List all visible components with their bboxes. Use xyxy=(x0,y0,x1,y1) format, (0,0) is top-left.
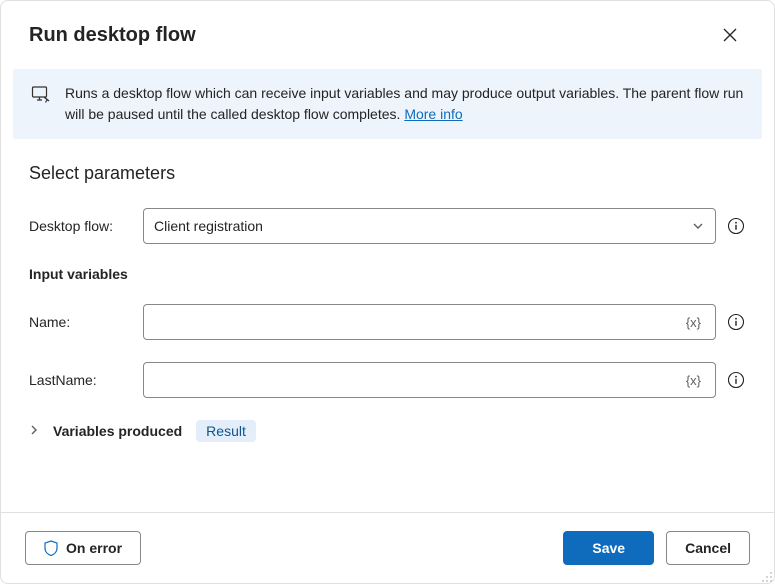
info-banner: Runs a desktop flow which can receive in… xyxy=(13,69,762,139)
variables-produced-label: Variables produced xyxy=(53,423,182,439)
cancel-label: Cancel xyxy=(685,540,731,556)
desktop-flow-label: Desktop flow: xyxy=(29,218,133,234)
variables-produced-badge[interactable]: Result xyxy=(196,420,256,442)
name-input[interactable] xyxy=(154,305,682,339)
more-info-link[interactable]: More info xyxy=(404,106,462,122)
lastname-row: LastName: {x} xyxy=(29,362,746,398)
info-banner-text: Runs a desktop flow which can receive in… xyxy=(65,83,744,125)
desktop-flow-icon xyxy=(31,84,51,104)
select-parameters-heading: Select parameters xyxy=(29,163,746,184)
on-error-button[interactable]: On error xyxy=(25,531,141,565)
cancel-button[interactable]: Cancel xyxy=(666,531,750,565)
info-icon xyxy=(727,313,745,331)
variable-token-button[interactable]: {x} xyxy=(682,373,705,388)
desktop-flow-row: Desktop flow: Client registration xyxy=(29,208,746,244)
variables-produced-toggle[interactable]: Variables produced Result xyxy=(29,420,746,442)
name-row: Name: {x} xyxy=(29,304,746,340)
chevron-down-icon xyxy=(691,219,705,233)
lastname-label: LastName: xyxy=(29,372,133,388)
name-label: Name: xyxy=(29,314,133,330)
close-icon xyxy=(723,28,737,42)
lastname-field[interactable]: {x} xyxy=(143,362,716,398)
resize-grip[interactable] xyxy=(761,570,773,582)
desktop-flow-info-button[interactable] xyxy=(726,216,746,236)
name-field[interactable]: {x} xyxy=(143,304,716,340)
dialog-content: Select parameters Desktop flow: Client r… xyxy=(1,139,774,512)
variable-token-button[interactable]: {x} xyxy=(682,315,705,330)
shield-icon xyxy=(44,540,58,556)
desktop-flow-select[interactable]: Client registration xyxy=(143,208,716,244)
desktop-flow-value: Client registration xyxy=(154,218,691,234)
input-variables-heading: Input variables xyxy=(29,266,746,282)
lastname-input[interactable] xyxy=(154,363,682,397)
chevron-right-icon xyxy=(29,424,39,438)
run-desktop-flow-dialog: Run desktop flow Runs a desktop flow whi… xyxy=(0,0,775,584)
dialog-header: Run desktop flow xyxy=(1,1,774,61)
dialog-footer: On error Save Cancel xyxy=(1,512,774,583)
info-icon xyxy=(727,371,745,389)
close-button[interactable] xyxy=(714,19,746,51)
lastname-info-button[interactable] xyxy=(726,370,746,390)
save-label: Save xyxy=(592,540,625,556)
info-icon xyxy=(727,217,745,235)
save-button[interactable]: Save xyxy=(563,531,654,565)
name-info-button[interactable] xyxy=(726,312,746,332)
on-error-label: On error xyxy=(66,540,122,556)
dialog-title: Run desktop flow xyxy=(29,24,196,47)
